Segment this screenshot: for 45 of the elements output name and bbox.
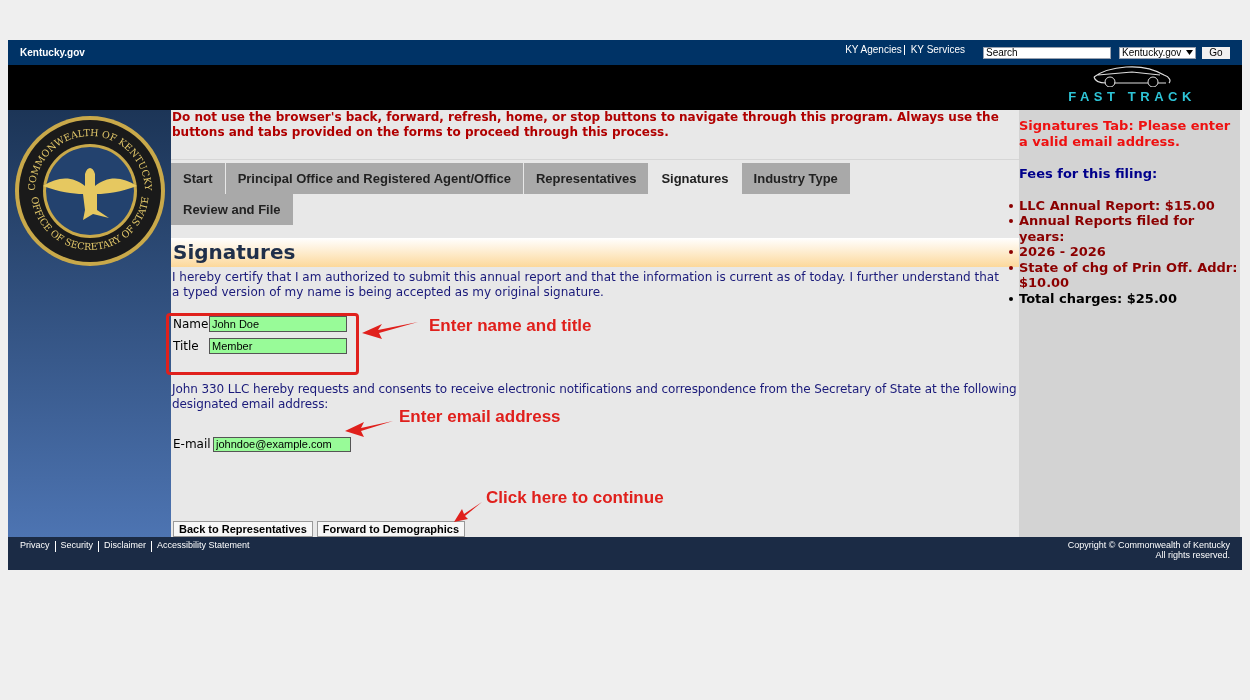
fee-item: 2026 - 2026 bbox=[1019, 244, 1106, 260]
certification-text: I hereby certify that I am authorized to submit this annual report and that the information is current as of today. I further understand that a typed version of my name is being accepted as my original signature. bbox=[171, 270, 1000, 300]
car-outline-icon bbox=[1092, 65, 1173, 87]
section-heading: Signatures bbox=[171, 238, 1019, 267]
tab[interactable]: Representatives bbox=[523, 163, 650, 194]
fee-item: State of chg of Prin Off. Addr: $10.00 bbox=[1019, 259, 1239, 291]
text-field[interactable]: John Doe bbox=[209, 316, 347, 332]
field-label: E-mail bbox=[173, 436, 212, 453]
copyright-text: Copyright © Commonwealth of Kentucky bbox=[1067, 540, 1230, 550]
fee-item: Annual Reports filed for years: bbox=[1019, 213, 1196, 244]
fee-item: Total charges: $25.00 bbox=[1019, 290, 1177, 306]
tab[interactable]: Principal Office and Registered Agent/Office bbox=[225, 163, 524, 194]
scope-dropdown[interactable]: Kentucky.gov bbox=[1119, 46, 1196, 59]
copyright-text: All rights reserved. bbox=[1155, 550, 1230, 560]
nav-button[interactable]: Forward to Demographics bbox=[316, 521, 466, 537]
footer-link[interactable]: Security bbox=[60, 539, 94, 553]
bullet-icon bbox=[1009, 250, 1013, 254]
nav-link[interactable]: KY Agencies bbox=[845, 42, 902, 57]
email-field[interactable]: johndoe@example.com bbox=[213, 436, 351, 452]
tab[interactable]: Review and File bbox=[171, 194, 294, 225]
go-button[interactable]: Go bbox=[1202, 46, 1230, 59]
nav-link[interactable]: KY Services bbox=[910, 42, 965, 57]
annotation-label: Click here to continue bbox=[486, 487, 664, 509]
bullet-icon bbox=[1009, 219, 1013, 223]
bullet-icon bbox=[1009, 265, 1013, 270]
field-label: Title bbox=[173, 338, 200, 355]
error-message: Signatures Tab: Please enter a valid email address. bbox=[1019, 118, 1232, 150]
warning-message: Do not use the browser's back, forward, refresh, home, or stop buttons to navigate through this program. Always use the buttons and tabs provided on the forms to proceed through this process. bbox=[171, 110, 1019, 160]
text-field[interactable]: Member bbox=[209, 338, 347, 354]
search-field[interactable]: Search bbox=[983, 46, 1111, 59]
annotation-label: Enter name and title bbox=[429, 315, 592, 337]
caret-icon bbox=[1186, 50, 1193, 55]
fees-heading: Fees for this filing: bbox=[1019, 165, 1159, 183]
fast-track-logo: FAST TRACK bbox=[1068, 88, 1196, 106]
field-label: Name bbox=[173, 316, 209, 333]
fee-item: LLC Annual Report: $15.00 bbox=[1019, 197, 1215, 213]
site-logo[interactable]: Kentucky.gov bbox=[20, 45, 85, 60]
footer-link[interactable]: Accessibility Statement bbox=[157, 539, 250, 553]
nav-button[interactable]: Back to Representatives bbox=[173, 521, 313, 537]
bullet-icon bbox=[1009, 296, 1013, 301]
tab[interactable]: Start bbox=[171, 163, 226, 194]
bullet-icon bbox=[1009, 203, 1013, 208]
footer-link[interactable]: Disclaimer bbox=[104, 539, 147, 553]
tab[interactable]: Industry Type bbox=[741, 163, 851, 194]
footer-link[interactable]: Privacy bbox=[20, 539, 50, 553]
